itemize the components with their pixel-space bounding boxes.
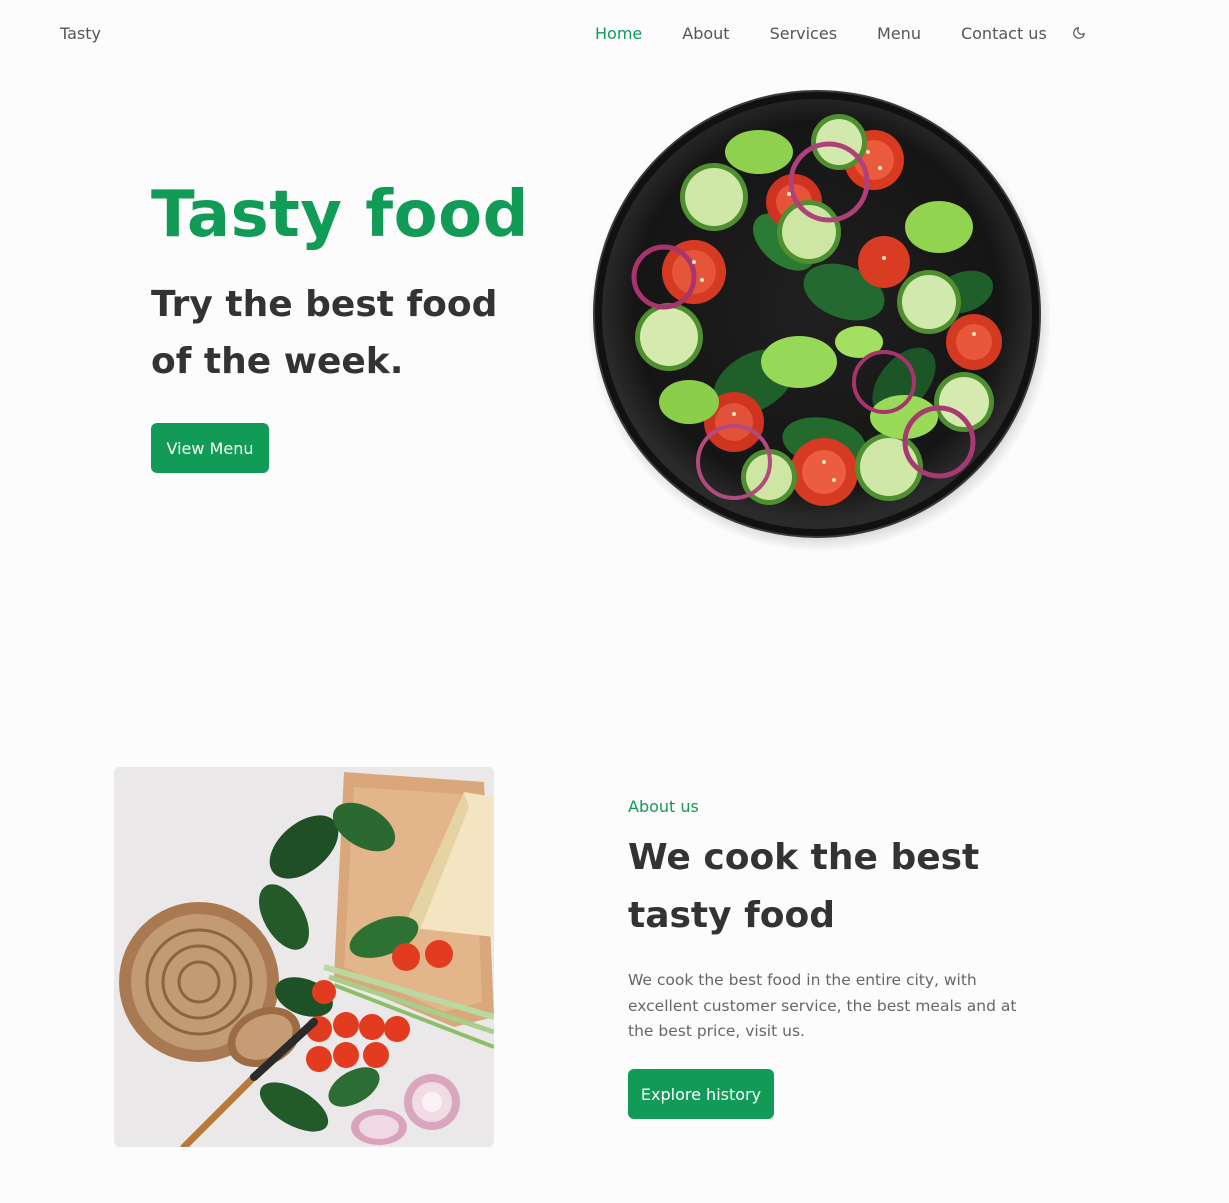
view-menu-button[interactable]: View Menu [151,423,269,473]
explore-history-button[interactable]: Explore history [628,1069,774,1119]
salad-plate-image [584,82,1052,552]
page: Tasty Home About Services Menu Contact u… [0,0,1229,1203]
about-description: We cook the best food in the entire city… [628,971,1017,1040]
nav-menu[interactable]: Menu [877,24,921,43]
nav-about[interactable]: About [682,24,729,43]
nav-home[interactable]: Home [595,24,642,43]
nav-services[interactable]: Services [770,24,837,43]
hero-title: Tasty food [151,178,529,252]
main-nav: Home About Services Menu Contact us [595,24,1087,43]
moon-icon[interactable] [1071,25,1087,41]
nav-contact[interactable]: Contact us [961,24,1047,43]
about-tag: About us [628,797,699,816]
about-title: We cook the best tasty food [628,837,980,936]
hero-subtitle: Try the best food of the week. [151,284,498,382]
logo[interactable]: Tasty [60,24,101,43]
ingredients-image [114,767,494,1147]
